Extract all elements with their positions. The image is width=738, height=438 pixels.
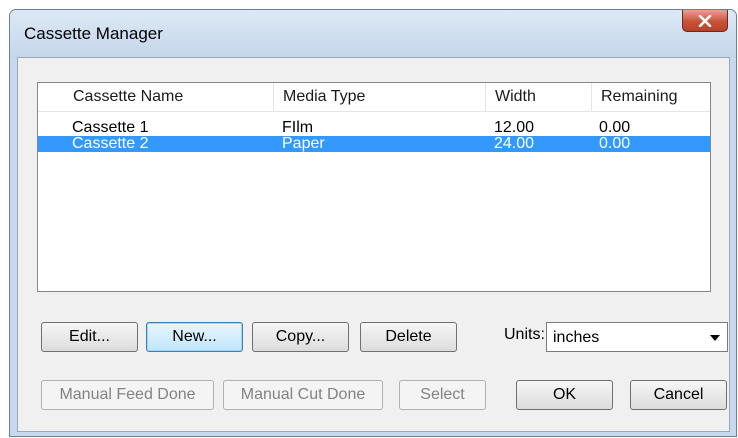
- units-value: inches: [553, 329, 600, 346]
- manual-feed-done-button[interactable]: Manual Feed Done: [41, 380, 214, 410]
- list-row-cassette-2[interactable]: Cassette 2 Paper 24.00 0.00: [38, 136, 710, 152]
- cassette-manager-window: Cassette Manager Cassette Name Media Typ…: [9, 9, 737, 437]
- cell-media: Paper: [282, 135, 325, 152]
- close-button[interactable]: [682, 10, 728, 32]
- window-title: Cassette Manager: [24, 24, 163, 43]
- cell-name: Cassette 2: [72, 135, 149, 152]
- delete-button[interactable]: Delete: [360, 322, 457, 352]
- cell-remaining: 0.00: [599, 119, 631, 136]
- column-header-media-type[interactable]: Media Type: [274, 83, 486, 111]
- close-icon: [698, 14, 712, 27]
- list-header: Cassette Name Media Type Width Remaining: [38, 83, 710, 112]
- chevron-down-icon: [710, 335, 720, 341]
- title-bar[interactable]: Cassette Manager: [10, 10, 736, 58]
- ok-button[interactable]: OK: [516, 380, 613, 410]
- cancel-button[interactable]: Cancel: [630, 380, 727, 410]
- units-label: Units:: [504, 326, 545, 343]
- select-button[interactable]: Select: [399, 380, 486, 410]
- cell-width: 24.00: [494, 135, 535, 152]
- column-header-width[interactable]: Width: [486, 83, 592, 111]
- column-header-cassette-name[interactable]: Cassette Name: [64, 83, 274, 111]
- list-row-cassette-1[interactable]: Cassette 1 FIlm 12.00 0.00: [38, 120, 710, 136]
- cell-media: FIlm: [282, 119, 314, 136]
- cassette-list[interactable]: Cassette Name Media Type Width Remaining…: [37, 82, 711, 292]
- cell-name: Cassette 1: [72, 119, 149, 136]
- manual-cut-done-button[interactable]: Manual Cut Done: [223, 380, 383, 410]
- units-select[interactable]: inches: [546, 322, 728, 352]
- dialog-client-area: Cassette Name Media Type Width Remaining…: [17, 57, 730, 432]
- column-header-remaining[interactable]: Remaining: [592, 83, 710, 111]
- edit-button[interactable]: Edit...: [41, 322, 138, 352]
- copy-button[interactable]: Copy...: [252, 322, 349, 352]
- new-button[interactable]: New...: [146, 322, 243, 352]
- cell-width: 12.00: [494, 119, 535, 136]
- cell-remaining: 0.00: [599, 135, 631, 152]
